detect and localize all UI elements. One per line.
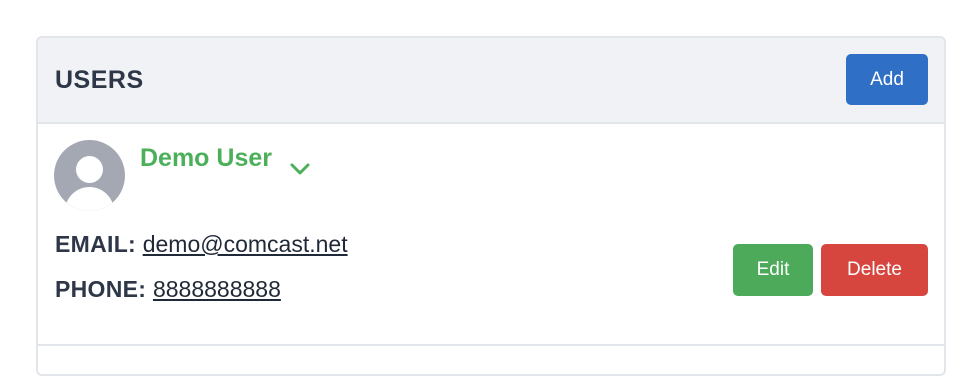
chevron-down-icon[interactable] <box>290 154 310 174</box>
phone-field: PHONE: 8888888888 <box>55 276 281 303</box>
add-user-button[interactable]: Add <box>846 54 928 105</box>
user-name: Demo User <box>140 144 272 172</box>
list-item: Demo User EMAIL: demo@comcast.net PHONE:… <box>38 124 944 346</box>
avatar-body <box>65 187 114 211</box>
panel-title: USERS <box>55 66 144 94</box>
edit-button[interactable]: Edit <box>733 244 813 296</box>
phone-label: PHONE: <box>55 276 153 302</box>
email-label: EMAIL: <box>55 231 143 257</box>
phone-link[interactable]: 8888888888 <box>153 276 281 302</box>
panel-header: USERS Add <box>38 38 944 124</box>
email-field: EMAIL: demo@comcast.net <box>55 231 348 258</box>
user-name-toggle[interactable]: Demo User <box>140 144 310 174</box>
delete-button[interactable]: Delete <box>821 244 928 296</box>
email-link[interactable]: demo@comcast.net <box>143 231 348 257</box>
users-panel: USERS Add Demo User EMAIL: demo@comcast.… <box>36 36 946 376</box>
avatar-head <box>76 156 103 183</box>
user-avatar-icon <box>54 140 125 211</box>
